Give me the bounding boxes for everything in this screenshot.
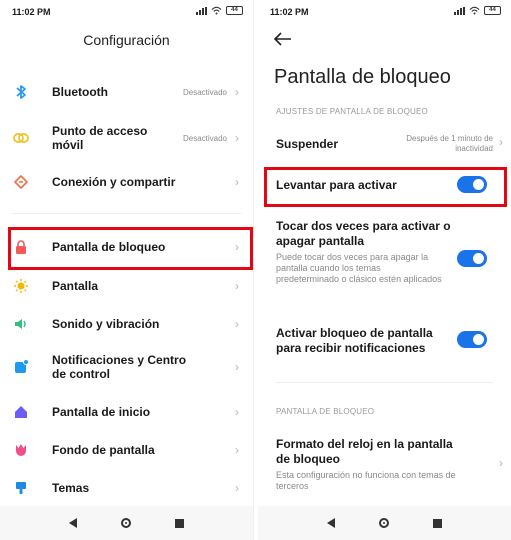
settings-item-bluetooth[interactable]: Bluetooth Desactivado › [12, 83, 243, 101]
navigation-bar [0, 506, 253, 540]
divider [12, 213, 241, 214]
divider [276, 382, 493, 383]
settings-item-label: Pantalla [52, 279, 99, 293]
nav-back-icon[interactable] [69, 518, 77, 528]
settings-item-sound[interactable]: Sonido y vibración › [12, 315, 243, 333]
status-bar: 11:02 PM 44 [270, 5, 501, 21]
settings-item-label: Temas [52, 481, 90, 495]
battery-icon: 44 [226, 6, 243, 15]
chevron-right-icon: › [499, 456, 503, 470]
settings-item-value: Desactivado [182, 133, 227, 143]
chevron-right-icon: › [235, 360, 239, 374]
tulip-icon [12, 441, 30, 459]
settings-item-wallpaper[interactable]: Fondo de pantalla › [12, 441, 243, 459]
status-bar: 11:02 PM 44 [12, 5, 243, 21]
settings-item-label: Sonido y vibración [52, 317, 160, 331]
section-header: AJUSTES DE PANTALLA DE BLOQUEO [276, 107, 428, 116]
settings-item-hotspot[interactable]: Punto de acceso móvil Desactivado › [12, 123, 243, 153]
bluetooth-icon [12, 83, 30, 101]
nav-home-icon[interactable] [379, 518, 389, 528]
brush-icon [12, 479, 30, 497]
page-title: Pantalla de bloqueo [274, 66, 451, 88]
chevron-right-icon: › [235, 131, 239, 145]
nav-home-icon[interactable] [121, 518, 131, 528]
chevron-right-icon: › [235, 279, 239, 293]
chevron-right-icon: › [235, 443, 239, 457]
signal-icon [454, 6, 465, 15]
nav-recents-icon[interactable] [175, 518, 184, 528]
notification-wake-label: Activar bloqueo de pantalla para recibir… [276, 326, 433, 355]
chevron-right-icon: › [235, 405, 239, 419]
wifi-icon [469, 6, 480, 15]
settings-item-value: Desactivado [182, 87, 227, 97]
sun-icon [12, 277, 30, 295]
speaker-icon [12, 315, 30, 333]
navigation-bar [258, 506, 511, 540]
chevron-right-icon: › [235, 85, 239, 99]
back-arrow-icon[interactable] [273, 30, 292, 51]
clock-format-label: Formato del reloj en la pantalla de bloq… [276, 437, 453, 466]
wifi-icon [211, 6, 222, 15]
notification-wake-toggle[interactable] [457, 331, 487, 348]
battery-icon: 44 [484, 6, 501, 15]
chevron-right-icon: › [499, 135, 503, 149]
settings-item-connection[interactable]: Conexión y compartir › [12, 173, 243, 191]
settings-screen: 11:02 PM 44 Configuración Bluetooth Desa… [0, 0, 254, 540]
settings-item-display[interactable]: Pantalla › [12, 277, 243, 295]
nav-back-icon[interactable] [327, 518, 335, 528]
chevron-right-icon: › [235, 481, 239, 495]
highlight-box [264, 167, 507, 207]
settings-item-label: Punto de acceso móvil [52, 124, 148, 152]
settings-item-label: Conexión y compartir [52, 175, 176, 189]
double-tap-description: Puede tocar dos veces para apagar la pan… [276, 252, 442, 284]
settings-item-label: Fondo de pantalla [52, 443, 155, 457]
hotspot-icon [12, 129, 30, 147]
status-time: 11:02 PM [270, 7, 309, 17]
settings-item-notifications[interactable]: Notificaciones y Centro de control › [12, 352, 243, 382]
highlight-box [8, 227, 253, 270]
status-time: 11:02 PM [12, 7, 51, 17]
clock-format-description: Esta configuración no funciona con temas… [276, 470, 456, 491]
chevron-right-icon: › [235, 317, 239, 331]
settings-item-home-screen[interactable]: Pantalla de inicio › [12, 403, 243, 421]
share-icon [12, 173, 30, 191]
signal-icon [196, 6, 207, 15]
settings-item-label: Pantalla de inicio [52, 405, 151, 419]
page-title: Configuración [83, 32, 170, 48]
nav-recents-icon[interactable] [433, 518, 442, 528]
lock-screen-settings: 11:02 PM 44 Pantalla de bloqueo AJUSTES … [258, 0, 511, 540]
double-tap-toggle[interactable] [457, 250, 487, 267]
notification-icon [12, 358, 30, 376]
home-icon [12, 403, 30, 421]
double-tap-label: Tocar dos veces para activar o apagar pa… [276, 219, 451, 248]
settings-item-label: Notificaciones y Centro de control [52, 353, 187, 381]
chevron-right-icon: › [235, 175, 239, 189]
section-header: PANTALLA DE BLOQUEO [276, 407, 375, 416]
suspend-value: Después de 1 minuto de inactividad [406, 134, 493, 153]
suspend-label: Suspender [276, 137, 339, 151]
settings-item-themes[interactable]: Temas › [12, 479, 243, 497]
settings-item-label: Bluetooth [52, 85, 108, 99]
